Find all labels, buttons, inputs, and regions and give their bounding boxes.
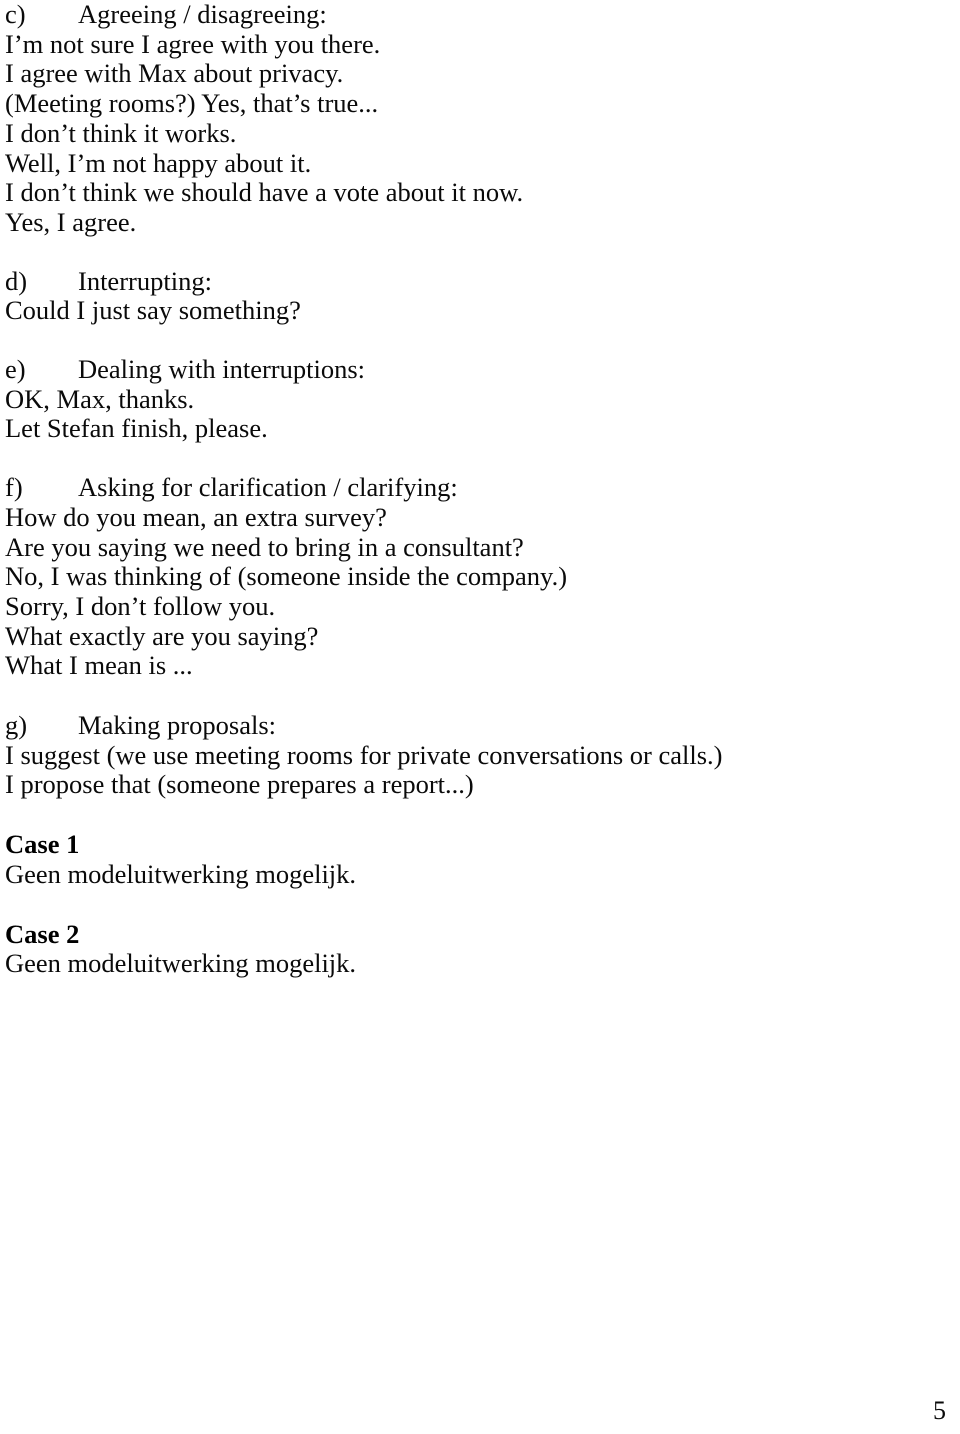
section-line: What exactly are you saying? xyxy=(5,620,319,651)
section-label-f: f) xyxy=(5,472,23,503)
section-title-c: Agreeing / disagreeing: xyxy=(78,0,327,29)
section-title-g: Making proposals: xyxy=(78,710,276,741)
section-line: Let Stefan finish, please. xyxy=(5,413,268,444)
case-block-2: Case 2 Geen modeluitwerking mogelijk. xyxy=(5,918,945,979)
section-agreeing-disagreeing: c) Agreeing / disagreeing: I’m not sure I… xyxy=(5,0,945,238)
section-line: I suggest (we use meeting rooms for priv… xyxy=(5,739,723,770)
section-label-c: c) xyxy=(5,0,26,29)
section-line: I’m not sure I agree with you there. xyxy=(5,28,381,59)
section-heading-e: e) Dealing with interruptions: xyxy=(5,354,945,385)
section-making-proposals: g) Making proposals: I suggest (we use me… xyxy=(5,710,945,800)
section-dealing-with-interruptions: e) Dealing with interruptions: OK, Max, t… xyxy=(5,354,945,444)
case-title-2: Case 2 xyxy=(5,918,80,949)
document-body: c) Agreeing / disagreeing: I’m not sure I… xyxy=(5,0,945,979)
case-body-1: Geen modeluitwerking mogelijk. xyxy=(5,858,357,889)
section-heading-d: d) Interrupting: xyxy=(5,265,945,297)
section-label-d: d) xyxy=(5,265,28,296)
section-label-e: e) xyxy=(5,354,26,385)
section-asking-for-clarification: f) Asking for clarification / clarifying:… xyxy=(5,472,945,681)
section-line: How do you mean, an extra survey? xyxy=(5,501,387,532)
section-title-f: Asking for clarification / clarifying: xyxy=(78,472,458,503)
section-line: I don’t think it works. xyxy=(5,117,237,148)
section-heading-f: f) Asking for clarification / clarifying: xyxy=(5,472,945,503)
section-line: I agree with Max about privacy. xyxy=(5,58,344,89)
section-title-e: Dealing with interruptions: xyxy=(78,354,366,385)
section-line: (Meeting rooms?) Yes, that’s true... xyxy=(5,88,379,119)
section-interrupting: d) Interrupting: Could I just say somethi… xyxy=(5,265,945,326)
section-line: Are you saying we need to bring in a con… xyxy=(5,531,524,562)
section-line: OK, Max, thanks. xyxy=(5,383,195,414)
page-number: 5 xyxy=(933,1396,946,1425)
section-heading-c: c) Agreeing / disagreeing: xyxy=(5,0,945,30)
case-block-1: Case 1 Geen modeluitwerking mogelijk. xyxy=(5,829,945,889)
section-label-g: g) xyxy=(5,710,28,741)
section-line: Yes, I agree. xyxy=(5,206,137,237)
section-line: Could I just say something? xyxy=(5,295,301,326)
section-line: I propose that (someone prepares a repor… xyxy=(5,769,474,800)
section-title-d: Interrupting: xyxy=(78,265,212,296)
case-title-1: Case 1 xyxy=(5,829,80,860)
section-line: Well, I’m not happy about it. xyxy=(5,147,312,178)
case-body-2: Geen modeluitwerking mogelijk. xyxy=(5,948,357,979)
section-line: Sorry, I don’t follow you. xyxy=(5,590,276,621)
section-line: What I mean is ... xyxy=(5,650,193,681)
section-line: I don’t think we should have a vote abou… xyxy=(5,177,524,208)
section-line: No, I was thinking of (someone inside th… xyxy=(5,561,568,592)
document-page: c) Agreeing / disagreeing: I’m not sure I… xyxy=(0,0,960,1434)
section-heading-g: g) Making proposals: xyxy=(5,710,945,741)
